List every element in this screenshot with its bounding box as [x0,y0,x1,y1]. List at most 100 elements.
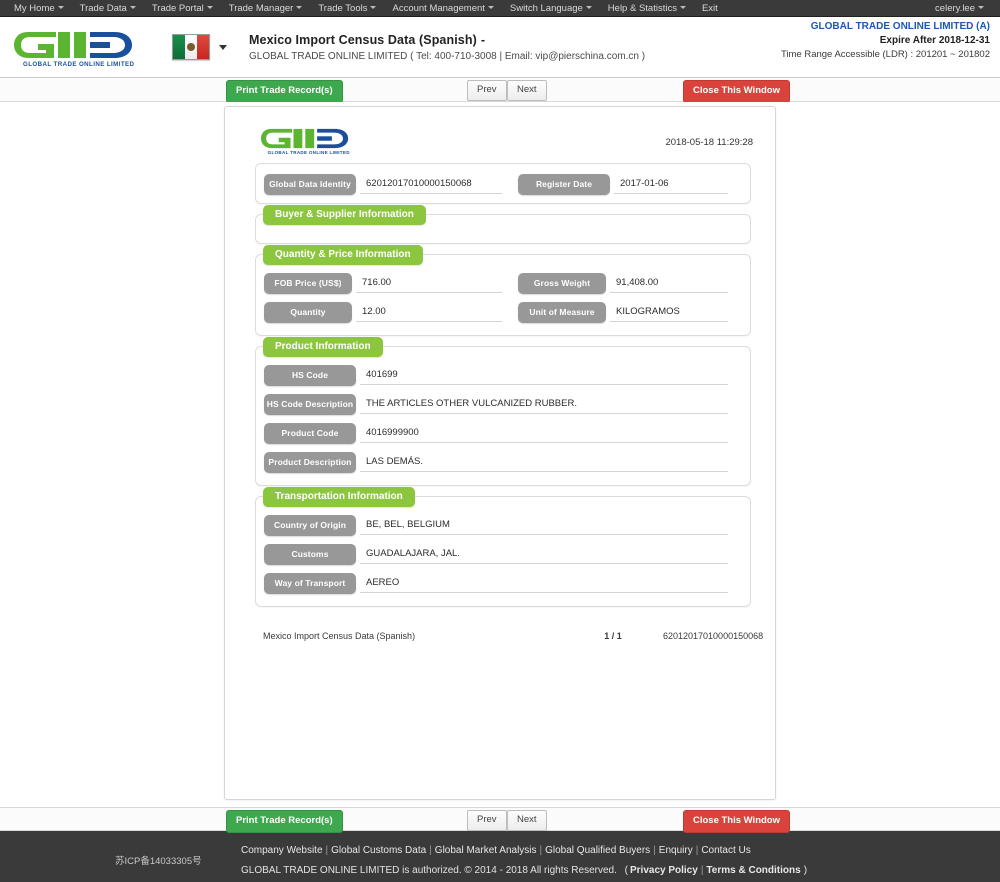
field-value: 401699 [360,366,728,385]
header-title-block: Mexico Import Census Data (Spanish) - GLO… [249,33,645,62]
register-date-label: Register Date [518,174,610,195]
footer-link-separator: | [429,844,432,856]
sheet-footer: Mexico Import Census Data (Spanish) 1 / … [263,631,763,641]
footer-link-global-qualified-buyers[interactable]: Global Qualified Buyers [545,845,650,856]
chevron-down-icon [585,6,592,10]
field-value: LAS DEMÁS. [360,453,728,472]
field-label: Country of Origin [264,515,356,536]
field-cell: HS Code Description THE ARTICLES OTHER VU… [258,394,738,415]
field-cell: FOB Price (US$) 716.00 [258,273,512,294]
field-label: Unit of Measure [518,302,606,323]
section-panel-quantity-price-information: Quantity & Price Information FOB Price (U… [255,245,751,336]
print-trade-records-button-bottom[interactable]: Print Trade Record(s) [226,810,343,833]
chevron-down-icon [978,6,984,10]
footer-legal-close: ) [803,864,808,876]
global-data-identity-label: Global Data Identity [264,174,356,195]
svg-text:GLOBAL TRADE ONLINE LIMITED: GLOBAL TRADE ONLINE LIMITED [23,61,135,68]
nav-item-my-home[interactable]: My Home [6,0,72,17]
user-menu[interactable]: celery.lee [935,3,994,14]
sheet-footer-source: Mexico Import Census Data (Spanish) [263,631,416,641]
account-expiry: Expire After 2018-12-31 [879,35,990,46]
flag-stripe-red [197,35,209,59]
field-label: FOB Price (US$) [264,273,352,294]
field-value: KILOGRAMOS [610,303,728,322]
footer-link-global-market-analysis[interactable]: Global Market Analysis [435,845,537,856]
section-rows: FOB Price (US$) 716.00 Gross Weight 91,408.… [258,273,738,323]
close-window-button-bottom[interactable]: Close This Window [683,810,790,833]
nav-item-switch-language[interactable]: Switch Language [502,0,600,17]
gto-logo[interactable]: GLOBAL TRADE ONLINE LIMITED [14,26,154,68]
terms-conditions-link[interactable]: Terms & Conditions [706,865,800,876]
flag-stripe-white [185,35,197,59]
field-label: Way of Transport [264,573,356,594]
prev-button-bottom[interactable]: Prev [467,810,507,831]
flag-emblem-icon [187,43,195,51]
nav-item-label: Trade Tools [318,2,368,14]
field-value: 716.00 [356,274,502,293]
field-cell: Gross Weight 91,408.00 [512,273,738,294]
chevron-down-icon [370,6,377,10]
chevron-down-icon [679,6,686,10]
footer-copyright-row: GLOBAL TRADE ONLINE LIMITED is authorize… [241,865,1000,876]
nav-item-trade-tools[interactable]: Trade Tools [310,0,384,17]
field-value: BE, BEL, BELGIUM [360,516,728,535]
footer-link-company-website[interactable]: Company Website [241,845,323,856]
chevron-down-icon [487,6,494,10]
toolbar-top: Print Trade Record(s) Prev Next Close Th… [0,78,1000,103]
footer-link-separator: | [325,844,329,856]
account-info-block: GLOBAL TRADE ONLINE LIMITED (A) Expire A… [781,21,990,60]
top-navigation-bar: My Home Trade Data Trade Portal Trade Manag… [0,0,1000,17]
footer-link-contact-us[interactable]: Contact Us [701,845,750,856]
close-window-button[interactable]: Close This Window [683,80,790,103]
print-trade-records-button[interactable]: Print Trade Record(s) [226,80,343,103]
field-cell: HS Code 401699 [258,365,738,386]
footer-link-global-customs-data[interactable]: Global Customs Data [331,845,426,856]
section-panel-transportation-information: Transportation Information Country of Ori… [255,487,751,607]
sheet-gto-logo: GLOBAL TRADE ONLINE LIMITED [261,123,357,162]
field-cell: Country of Origin BE, BEL, BELGIUM [258,515,738,536]
field-label: HS Code [264,365,356,386]
footer-columns: Company Website | Global Customs Data | Glob… [241,845,1000,876]
identity-panel: Global Data Identity 6201201701000015006… [255,163,751,204]
prev-button[interactable]: Prev [467,80,507,101]
nav-item-help-statistics[interactable]: Help & Statistics [600,0,694,17]
sheet-header: GLOBAL TRADE ONLINE LIMITED 2018-05-18 1… [241,119,759,163]
sheet-footer-page: 1 / 1 [604,631,622,641]
nav-item-label: Switch Language [509,2,583,14]
field-row: HS Code 401699 [258,365,738,386]
nav-item-trade-data[interactable]: Trade Data [72,0,144,17]
mexico-flag-icon [172,34,210,60]
field-cell: Product Code 4016999900 [258,423,738,444]
field-row: Country of Origin BE, BEL, BELGIUM [258,515,738,536]
identity-cell: Global Data Identity 6201201701000015006… [258,174,512,195]
page-title-text: Mexico Import Census Data (Spanish) [249,32,477,47]
identity-row: Global Data Identity 6201201701000015006… [258,174,738,195]
section-panel-product-information: Product Information HS Code 401699 HS Code … [255,337,751,486]
field-row: FOB Price (US$) 716.00 Gross Weight 91,408.… [258,273,738,294]
icp-license: 苏ICP备14033305号 [115,856,202,867]
toolbar-bottom: Print Trade Record(s) Prev Next Close Th… [0,807,1000,833]
field-row: Way of Transport AEREO [258,573,738,594]
sheet-footer-identity: 62012017010000150068 [663,631,764,641]
account-name[interactable]: GLOBAL TRADE ONLINE LIMITED (A) [781,21,990,32]
nav-item-trade-manager[interactable]: Trade Manager [221,0,311,17]
next-button-bottom[interactable]: Next [507,810,547,831]
account-time-range: Time Range Accessible (LDR) : 201201 ~ 2… [780,49,990,60]
page-header: GLOBAL TRADE ONLINE LIMITED Mexico Impor… [0,17,1000,78]
field-cell: Customs GUADALAJARA, JAL. [258,544,738,565]
field-row: Customs GUADALAJARA, JAL. [258,544,738,565]
nav-item-trade-portal[interactable]: Trade Portal [144,0,221,17]
nav-item-exit[interactable]: Exit [694,0,726,17]
chevron-down-icon [206,6,213,10]
country-flag-selector[interactable] [172,34,227,60]
global-data-identity-value: 62012017010000150068 [360,175,502,194]
field-value: 12.00 [356,303,502,322]
footer-legal-open: ( [624,864,628,876]
footer-link-enquiry[interactable]: Enquiry [659,845,693,856]
field-label: Customs [264,544,356,565]
flag-stripe-green [173,35,185,59]
privacy-policy-link[interactable]: Privacy Policy [630,865,698,876]
nav-item-account-management[interactable]: Account Management [384,0,501,17]
field-label: Product Description [264,452,356,473]
next-button[interactable]: Next [507,80,547,101]
